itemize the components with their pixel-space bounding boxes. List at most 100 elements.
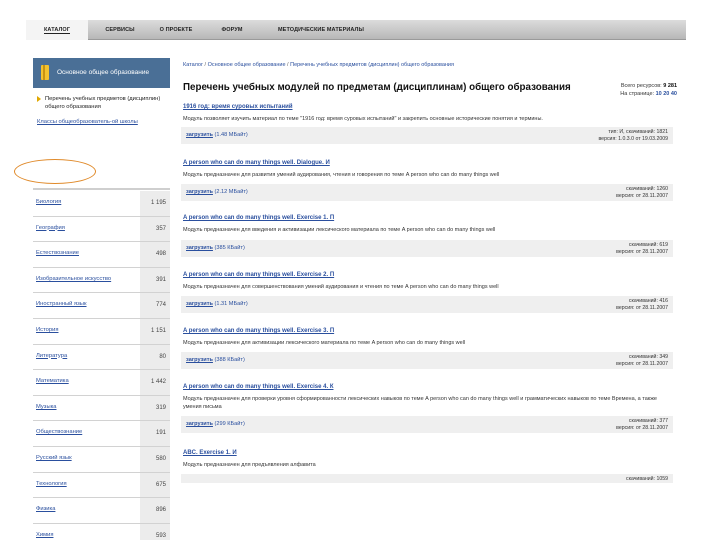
subject-count: 896 (140, 498, 170, 523)
tab-catalog[interactable]: КАТАЛОГ (26, 20, 88, 40)
folder-icon (41, 65, 49, 80)
main-content: Каталог / Основное общее образование / П… (181, 58, 685, 483)
subject-row-foreign-language[interactable]: Иностранный язык 774 (33, 293, 170, 319)
sidebar-header[interactable]: Основное общее образование (33, 58, 170, 88)
item-meta: скачиваний: 349 версия: от 28.11.2007 (616, 354, 668, 367)
subject-count: 319 (140, 395, 170, 421)
item-download-bar: загрузить (1.48 МБайт) тип: И, скачивани… (181, 127, 673, 144)
subject-name[interactable]: Физика (36, 506, 55, 512)
per-page-10[interactable]: 10 (656, 91, 662, 97)
subject-row-chemistry[interactable]: Химия 593 (33, 523, 170, 540)
item-download-bar: загрузить (388 КБайт) скачиваний: 349 вер… (181, 352, 673, 369)
item-title-link[interactable]: A person who can do many things well. Ex… (183, 384, 333, 390)
subject-count: 191 (140, 421, 170, 446)
item-title-link[interactable]: A person who can do many things well. Di… (183, 160, 330, 166)
subject-row-literature[interactable]: Литература 80 (33, 344, 170, 371)
subject-row-biology[interactable]: Биология 1 195 (33, 191, 170, 217)
subject-name[interactable]: Технология (36, 481, 67, 487)
item-meta: тип: И, скачиваний: 1821 версия: 1.0.3.0 … (598, 129, 668, 142)
subject-row-russian-language[interactable]: Русский язык 580 (33, 446, 170, 473)
sidebar: Основное общее образование Перечень учеб… (33, 58, 170, 540)
arrow-right-icon (37, 96, 41, 102)
resource-stats: Всего ресурсов: 9 281 На странице: 10 20… (620, 83, 677, 97)
download-link[interactable]: загрузить (299 КБайт) (186, 421, 245, 427)
subject-count: 593 (140, 523, 170, 540)
subject-count: 580 (140, 446, 170, 472)
item-description: Модуль предназначен для предъявления алф… (183, 462, 316, 468)
item-meta: скачиваний: 1260 версия: от 28.11.2007 (616, 186, 668, 199)
tab-about[interactable]: О ПРОЕКТЕ (150, 20, 202, 40)
item-description: Модуль предназначен для развития умений … (183, 172, 500, 178)
subject-row-geography[interactable]: География 357 (33, 216, 170, 243)
item-meta: скачиваний: 1059 (625, 476, 668, 482)
item-title-link[interactable]: A person who can do many things well. Ex… (183, 272, 334, 278)
per-page-20[interactable]: 20 (663, 91, 669, 97)
subject-name[interactable]: Обществознание (36, 429, 82, 435)
subject-count: 1 151 (140, 318, 170, 344)
subject-row-physics[interactable]: Физика 896 (33, 498, 170, 524)
subject-count: 80 (140, 344, 170, 370)
item-download-bar: загрузить (299 КБайт) скачиваний: 377 вер… (181, 416, 673, 433)
item-title-link[interactable]: A person who can do many things well. Ex… (183, 215, 334, 221)
subject-name[interactable]: Математика (36, 378, 69, 384)
breadcrumb-subject-list[interactable]: Перечень учебных предметов (дисциплин) о… (290, 62, 454, 68)
subject-row-technology[interactable]: Технология 675 (33, 472, 170, 499)
tab-methodical-materials[interactable]: МЕТОДИЧЕСКИЕ МАТЕРИАЛЫ (262, 20, 380, 40)
subject-name[interactable]: География (36, 225, 65, 231)
sidebar-subitem[interactable]: Перечень учебных предметов (дисциплин) о… (37, 95, 169, 111)
subject-name[interactable]: Литература (36, 353, 67, 359)
subject-count: 774 (140, 293, 170, 318)
subject-count: 498 (140, 242, 170, 267)
download-link[interactable]: загрузить (388 КБайт) (186, 357, 245, 363)
page-title: Перечень учебных модулей по предметам (д… (183, 82, 571, 93)
subject-name[interactable]: Иностранный язык (36, 301, 87, 307)
tab-services[interactable]: СЕРВИСЫ (94, 20, 146, 40)
item-description: Модуль предназначен для проверки уровня … (183, 396, 657, 410)
download-link[interactable]: загрузить (2.12 МБайт) (186, 189, 248, 195)
item-description: Модуль позволяет изучить материал по тем… (183, 116, 543, 122)
sidebar-subitem-label: Перечень учебных предметов (дисциплин) о… (45, 96, 161, 110)
item-download-bar: загрузить (385 КБайт) скачиваний: 619 вер… (181, 240, 673, 257)
subject-list: Биология 1 195 География 357 Естествознани… (33, 191, 170, 540)
item-meta: скачиваний: 619 версия: от 28.11.2007 (616, 242, 668, 255)
item-title-link[interactable]: ABC. Exercise 1. И (183, 450, 237, 456)
subject-name[interactable]: Химия (36, 532, 53, 538)
subject-row-mathematics[interactable]: Математика 1 442 (33, 370, 170, 396)
sidebar-header-label: Основное общее образование (57, 69, 150, 76)
subject-name[interactable]: Изобразительное искусство (36, 276, 111, 282)
tab-forum[interactable]: ФОРУМ (206, 20, 258, 40)
subject-name[interactable]: Музыка (36, 404, 57, 410)
subject-count: 357 (140, 216, 170, 242)
download-link[interactable]: загрузить (385 КБайт) (186, 245, 245, 251)
subject-name[interactable]: Естествознание (36, 250, 79, 256)
subject-row-natural-science[interactable]: Естествознание 498 (33, 242, 170, 268)
item-description: Модуль предназначен для совершенствовани… (183, 284, 499, 290)
sidebar-classes-link[interactable]: Классы общеобразователь-ой школы (37, 119, 138, 125)
item-download-bar: загрузить (1.31 МБайт) скачиваний: 416 ве… (181, 296, 673, 313)
download-link[interactable]: загрузить (1.48 МБайт) (186, 132, 248, 138)
subject-count: 1 195 (140, 191, 170, 216)
item-description: Модуль предназначен для введения и актив… (183, 227, 496, 233)
subject-count: 1 442 (140, 370, 170, 395)
subject-name[interactable]: Русский язык (36, 455, 72, 461)
subject-count: 391 (140, 267, 170, 293)
item-download-bar: загрузить (2.12 МБайт) скачиваний: 1260 в… (181, 184, 673, 201)
subject-row-music[interactable]: Музыка 319 (33, 395, 170, 422)
top-nav: КАТАЛОГ СЕРВИСЫ О ПРОЕКТЕ ФОРУМ МЕТОДИЧЕ… (26, 20, 686, 40)
item-description: Модуль предназначен для активизации лекс… (183, 340, 466, 346)
subject-name[interactable]: Биология (36, 199, 61, 205)
subject-name[interactable]: История (36, 327, 58, 333)
divider (33, 188, 170, 190)
per-page-40[interactable]: 40 (671, 91, 677, 97)
subject-row-social-studies[interactable]: Обществознание 191 (33, 421, 170, 447)
breadcrumb-catalog[interactable]: Каталог (183, 62, 203, 68)
subject-row-history[interactable]: История 1 151 (33, 318, 170, 345)
item-meta: скачиваний: 377 версия: от 28.11.2007 (616, 418, 668, 431)
breadcrumb-basic-education[interactable]: Основное общее образование (208, 62, 286, 68)
download-link[interactable]: загрузить (1.31 МБайт) (186, 301, 248, 307)
item-title-link[interactable]: A person who can do many things well. Ex… (183, 328, 334, 334)
subject-row-fine-arts[interactable]: Изобразительное искусство 391 (33, 267, 170, 294)
subject-count: 675 (140, 472, 170, 498)
item-title-link[interactable]: 1916 год: время суровых испытаний (183, 104, 293, 110)
highlight-ellipse (14, 159, 96, 184)
